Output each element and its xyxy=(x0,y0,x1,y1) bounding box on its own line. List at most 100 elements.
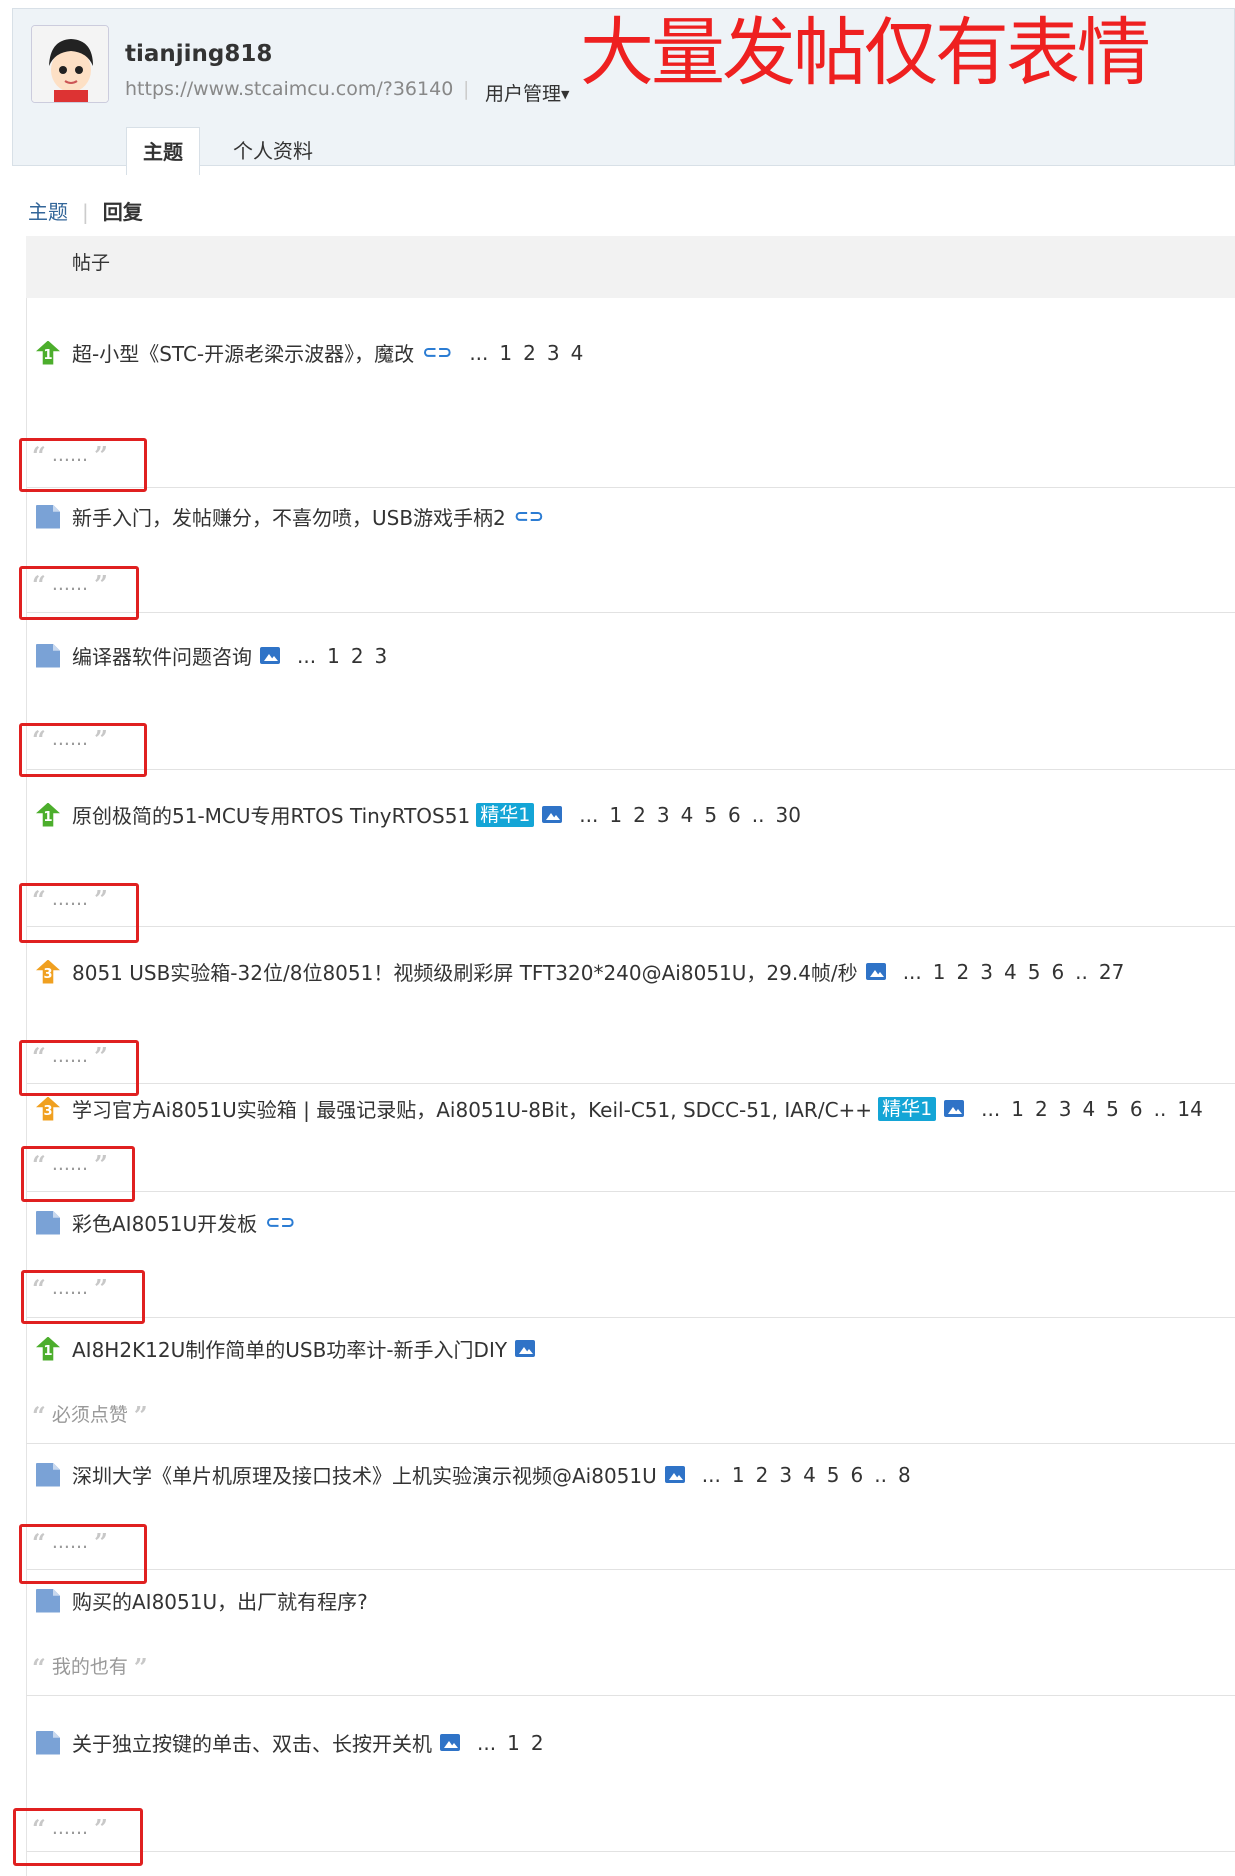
list-item: 1 AI8H2K12U制作简单的USB功率计-新手入门DIY “ 必须点赞 ” xyxy=(26,1318,1235,1444)
list-item: 1 超-小型《STC-开源老梁示波器》，魔改 ⊂⊃... 1 2 3 4 “ ...... ” xyxy=(19,298,1235,492)
post-title-row: 编译器软件问题咨询... 1 2 3 xyxy=(36,641,387,670)
avatar[interactable] xyxy=(31,25,109,103)
page-link[interactable]: 2 xyxy=(633,803,646,827)
list-item: 3 学习官方Ai8051U实验箱 | 最强记录贴，Ai8051U-8Bit，Kei… xyxy=(21,1084,1235,1202)
post-title-row: 1 AI8H2K12U制作简单的USB功率计-新手入门DIY xyxy=(36,1334,536,1363)
pagination-ellipsis: ... xyxy=(579,802,599,827)
page-link[interactable]: 5 xyxy=(704,803,717,827)
page-link[interactable]: 8 xyxy=(898,1463,911,1487)
profile-url[interactable]: https://www.stcaimcu.com/?36140 xyxy=(125,78,453,100)
image-icon xyxy=(664,1466,685,1483)
open-quote-icon: “ xyxy=(32,1401,46,1430)
page-link[interactable]: 2 xyxy=(1035,1097,1048,1121)
page-link[interactable]: 14 xyxy=(1177,1097,1202,1121)
page-link[interactable]: 5 xyxy=(1028,960,1041,984)
post-title-link[interactable]: 彩色AI8051U开发板 xyxy=(72,1208,257,1237)
page-link[interactable]: 2 xyxy=(531,1731,544,1755)
reply-quote: “ 我的也有 ” xyxy=(32,1652,148,1682)
page-link[interactable]: 2 xyxy=(523,341,536,365)
user-management-menu[interactable]: 用户管理▼ xyxy=(485,79,569,106)
image-icon xyxy=(542,806,563,823)
page-link[interactable]: 1 xyxy=(507,1731,520,1755)
pagination: ... 1 2 3 4 5 6.. 8 xyxy=(691,1463,911,1487)
column-header: 帖子 xyxy=(26,236,1235,298)
pagination-ellipsis: ... xyxy=(297,643,317,668)
page-link[interactable]: 4 xyxy=(1004,960,1017,984)
post-title-row: 新手入门，发帖赚分，不喜勿喷，USB游戏手柄2 ⊂⊃ xyxy=(36,502,544,531)
page-link[interactable]: 3 xyxy=(980,960,993,984)
hot-topic-1-icon: 1 xyxy=(36,340,60,365)
page-link[interactable]: 5 xyxy=(1106,1097,1119,1121)
close-quote-icon: ” xyxy=(133,1653,148,1682)
username[interactable]: tianjing818 xyxy=(125,41,272,67)
post-title-link[interactable]: 关于独立按键的单击、双击、长按开关机 xyxy=(72,1728,432,1757)
page-link[interactable]: 4 xyxy=(681,803,694,827)
list-item: 深圳大学《单片机原理及接口技术》上机实验演示视频@Ai8051U ... 1 2 3 4 5… xyxy=(19,1444,1235,1584)
header-separator: | xyxy=(463,78,470,100)
page-link[interactable]: 3 xyxy=(779,1463,792,1487)
page-link[interactable]: 27 xyxy=(1099,960,1124,984)
list-item: 新手入门，发帖赚分，不喜勿喷，USB游戏手柄2 ⊂⊃ “ ...... ” xyxy=(19,488,1235,620)
page-link[interactable]: 1 xyxy=(327,644,340,668)
page-link[interactable]: 3 xyxy=(547,341,560,365)
image-icon xyxy=(865,963,886,980)
list-item: 彩色AI8051U开发板 ⊂⊃ “ ...... ” xyxy=(21,1192,1235,1324)
post-title-link[interactable]: 原创极简的51-MCU专用RTOS TinyRTOS51 xyxy=(72,800,470,829)
reply-text: 必须点赞 xyxy=(45,1404,134,1426)
document-icon xyxy=(36,1588,60,1613)
post-title-row: 3 学习官方Ai8051U实验箱 | 最强记录贴，Ai8051U-8Bit，Kei… xyxy=(36,1094,1203,1123)
page-link[interactable]: 1 xyxy=(609,803,622,827)
post-title-row: 关于独立按键的单击、双击、长按开关机... 1 2 xyxy=(36,1728,544,1757)
highlight-box xyxy=(19,438,147,492)
hot-topic-1-icon: 1 xyxy=(36,1336,60,1361)
page-link[interactable]: 6 xyxy=(1130,1097,1143,1121)
page-link[interactable]: 4 xyxy=(571,341,584,365)
pagination: ... 1 2 3 4 5 6.. 14 xyxy=(970,1097,1203,1121)
page-link[interactable]: 1 xyxy=(933,960,946,984)
page-link[interactable]: 30 xyxy=(776,803,801,827)
page-link[interactable]: 6 xyxy=(728,803,741,827)
page-link[interactable]: 4 xyxy=(1082,1097,1095,1121)
page-link[interactable]: 6 xyxy=(1051,960,1064,984)
page-link[interactable]: 1 xyxy=(499,341,512,365)
page-link[interactable]: 3 xyxy=(657,803,670,827)
attachment-icon: ⊂⊃ xyxy=(265,1212,296,1233)
attachment-icon: ⊂⊃ xyxy=(513,506,544,527)
digest-badge: 精华1 xyxy=(878,1096,937,1121)
page-link[interactable]: 1 xyxy=(1011,1097,1024,1121)
subtab-topics[interactable]: 主题 xyxy=(28,200,68,224)
post-title-link[interactable]: 深圳大学《单片机原理及接口技术》上机实验演示视频@Ai8051U xyxy=(72,1460,657,1489)
post-title-link[interactable]: 购买的AI8051U，出厂就有程序? xyxy=(72,1586,368,1615)
page-link[interactable]: 5 xyxy=(827,1463,840,1487)
post-title-link[interactable]: 新手入门，发帖赚分，不喜勿喷，USB游戏手柄2 xyxy=(72,502,506,531)
open-quote-icon: “ xyxy=(32,1653,46,1682)
pagination: ... 1 2 3 4 xyxy=(458,341,583,365)
post-title-link[interactable]: 编译器软件问题咨询 xyxy=(72,641,252,670)
document-icon xyxy=(36,643,60,668)
post-title-link[interactable]: 学习官方Ai8051U实验箱 | 最强记录贴，Ai8051U-8Bit，Keil… xyxy=(72,1094,872,1123)
page-link[interactable]: 1 xyxy=(732,1463,745,1487)
page-link[interactable]: 3 xyxy=(1059,1097,1072,1121)
post-title-link[interactable]: AI8H2K12U制作简单的USB功率计-新手入门DIY xyxy=(72,1334,507,1363)
close-quote-icon: ” xyxy=(133,1401,148,1430)
page-link[interactable]: 2 xyxy=(351,644,364,668)
page-link[interactable]: 2 xyxy=(756,1463,769,1487)
page-link[interactable]: 6 xyxy=(851,1463,864,1487)
post-title-link[interactable]: 超-小型《STC-开源老梁示波器》，魔改 xyxy=(72,338,414,367)
pagination-ellipsis: ... xyxy=(477,1730,497,1755)
pagination-ellipsis: .. xyxy=(1153,1096,1167,1121)
page-link[interactable]: 2 xyxy=(957,960,970,984)
post-title-link[interactable]: 8051 USB实验箱-32位/8位8051！视频级刷彩屏 TFT320*240… xyxy=(72,957,858,986)
list-item: 1 原创极简的51-MCU专用RTOS TinyRTOS51 精华1... 1 2 3 4 5… xyxy=(19,770,1235,943)
annotation-text: 大量发帖仅有表情 xyxy=(580,10,1151,96)
document-icon xyxy=(36,1462,60,1487)
subtab-replies[interactable]: 回复 xyxy=(103,200,143,224)
highlight-box xyxy=(13,1808,143,1866)
hot-topic-1-icon: 1 xyxy=(36,802,60,827)
page-link[interactable]: 4 xyxy=(803,1463,816,1487)
digest-badge: 精华1 xyxy=(476,802,535,827)
page-link[interactable]: 3 xyxy=(375,644,388,668)
tab-profile[interactable]: 个人资料 xyxy=(218,127,328,175)
tab-topics[interactable]: 主题 xyxy=(126,127,200,175)
reply-quote: “ 必须点赞 ” xyxy=(32,1400,148,1430)
